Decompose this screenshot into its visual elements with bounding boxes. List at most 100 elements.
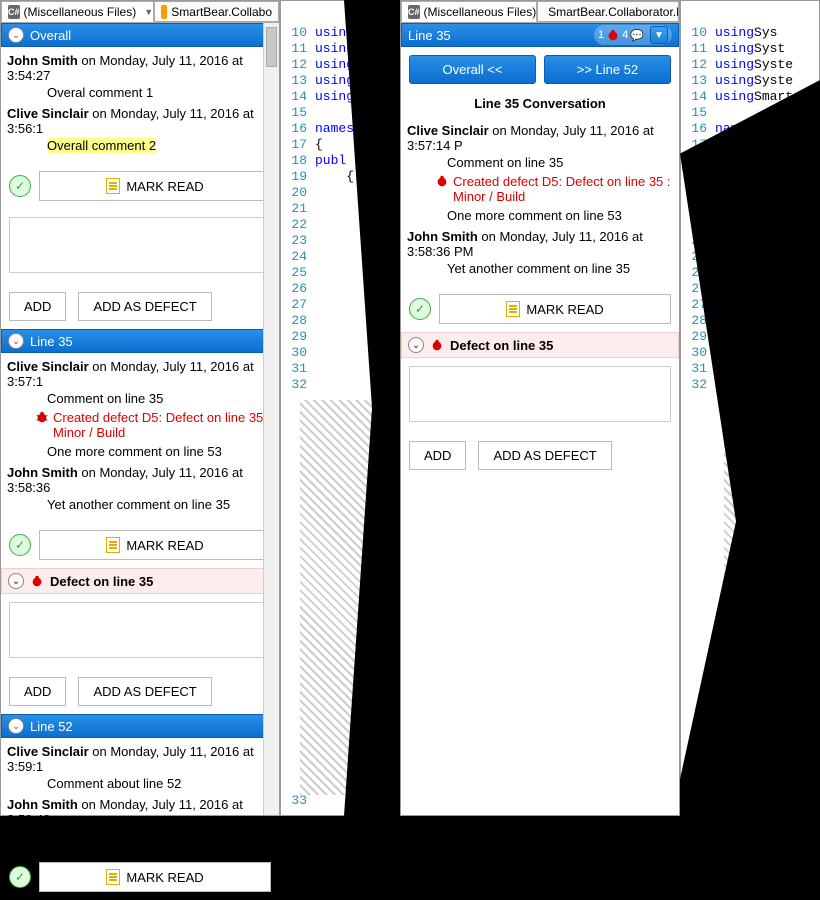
comment-entry: John Smith on Monday, July 11, 2016 at 3… [407,227,673,280]
comment-entry: Clive Sinclair on Monday, July 11, 2016 … [7,742,273,795]
mark-read-button[interactable]: MARK READ [39,171,271,201]
section-line35[interactable]: ⌄ Line 35 [1,329,279,353]
add-button[interactable]: ADD [9,677,66,706]
tab-label: (Miscellaneous Files) [24,5,137,19]
bug-icon [606,28,620,42]
line35-convo-mid: Clive Sinclair on Monday, July 11, 2016 … [401,117,679,286]
chevron-down-icon[interactable]: ▼ [650,26,668,44]
highlighted-comment: Overall comment 2 [47,138,156,153]
author: Clive Sinclair [407,123,489,138]
collapse-icon[interactable]: ⌄ [8,333,24,349]
author: Clive Sinclair [7,106,89,121]
mark-read-button[interactable]: MARK READ [39,530,271,560]
csharp-icon: C# [408,5,420,19]
bug-icon [435,174,449,188]
nav-next-button[interactable]: >> Line 52 [544,55,671,84]
section-title: Line 35 [408,28,588,43]
tab-misc-files[interactable]: C# (Miscellaneous Files) ▼ [401,1,537,22]
scrollbar[interactable] [263,23,279,815]
button-label: MARK READ [126,538,203,553]
comment-body: Overal comment 1 [7,83,273,102]
comment-entry: John Smith on Monday, July 11, 2016 at 3… [7,795,273,848]
markread-row: ✓ MARK READ [1,522,279,568]
defect-entry: Created defect D5: Defect on line 35 : M… [7,410,273,440]
defect-title: Defect on line 35 [50,574,153,589]
defect-section-header[interactable]: ⌄ Defect on line 35 [1,568,279,594]
add-defect-button[interactable]: ADD AS DEFECT [78,292,211,321]
button-label: Overall << [443,62,503,77]
collapse-icon[interactable]: ⌄ [8,27,24,43]
comment-body: One more comment [7,827,273,846]
section-overall[interactable]: ⌄ Overall [1,23,279,47]
code-line: 12using Syste [681,57,819,73]
section-line35-header[interactable]: Line 35 1 4 💬 ▼ [401,23,679,47]
add-defect-button[interactable]: ADD AS DEFECT [478,441,611,470]
section-title: Overall [30,28,272,43]
add-button[interactable]: ADD [409,441,466,470]
mark-read-button[interactable]: MARK READ [39,862,271,892]
markread-row: ✓ MARK READ [1,854,279,900]
comment-input-block [1,209,279,284]
left-review-pane: C# (Miscellaneous Files) ▼ SmartBear.Col… [0,0,280,816]
mid-review-pane: C# (Miscellaneous Files) ▼ SmartBear.Col… [400,0,680,816]
defect-count: 1 [598,29,604,41]
button-label: MARK READ [126,870,203,885]
section-title: Line 35 [30,334,272,349]
comment-entry: John Smith on Monday, July 11, 2016 at 3… [7,463,273,516]
markread-row: ✓ MARK READ [1,163,279,209]
collapse-icon[interactable]: ⌄ [8,573,24,589]
nav-row: Overall << >> Line 52 [401,47,679,92]
comment-count: 4 [622,29,628,41]
comment-textarea[interactable] [9,217,271,273]
author: John Smith [7,53,78,68]
speech-icon: 💬 [630,29,644,42]
button-label: ADD [24,299,51,314]
nav-prev-button[interactable]: Overall << [409,55,536,84]
csharp-icon: C# [8,5,20,19]
ok-icon: ✓ [9,866,31,888]
line35-convo: Clive Sinclair on Monday, July 11, 2016 … [1,353,279,522]
comment-body: Overall comment 2 [7,136,273,155]
add-defect-button[interactable]: ADD AS DEFECT [78,677,211,706]
markread-row: ✓ MARK READ [401,286,679,332]
add-buttons-row: ADD ADD AS DEFECT [1,669,279,714]
tab-label: (Miscellaneous Files) [424,5,537,19]
tabstrip-mid: C# (Miscellaneous Files) ▼ SmartBear.Col… [401,1,679,23]
page-icon [106,869,120,885]
tab-misc-files[interactable]: C# (Miscellaneous Files) ▼ [1,1,154,22]
comment-body: Yet another comment on line 35 [407,259,673,278]
comment-textarea[interactable] [9,602,271,658]
button-label: MARK READ [126,179,203,194]
overall-convo: John Smith on Monday, July 11, 2016 at 3… [1,47,279,163]
comment-entry: Clive Sinclair on Monday, July 11, 2016 … [407,121,673,174]
code-line: 13using Syste [681,73,819,89]
comment-entry: Clive Sinclair on Monday, July 11, 2016 … [7,104,273,157]
tab-collab[interactable]: SmartBear.Collaborator.D [537,1,679,22]
line52-convo: Clive Sinclair on Monday, July 11, 2016 … [1,738,279,854]
author: John Smith [7,465,78,480]
collapse-icon[interactable]: ⌄ [408,337,424,353]
collab-icon [161,5,168,19]
ok-icon: ✓ [9,534,31,556]
defect-text: Created defect D5: Defect on line 35 : M… [53,410,273,440]
collapse-icon[interactable]: ⌄ [8,718,24,734]
defect-section-header[interactable]: ⌄ Defect on line 35 [401,332,679,358]
defect-text: Created defect D5: Defect on line 35 : M… [453,174,673,204]
section-title: Line 52 [30,719,272,734]
ok-icon: ✓ [409,298,431,320]
chevron-down-icon[interactable]: ▼ [144,7,153,17]
author: Clive Sinclair [7,359,89,374]
scrollbar-thumb[interactable] [266,27,277,67]
conversation-title: Line 35 Conversation [401,92,679,117]
add-button[interactable]: ADD [9,292,66,321]
button-label: ADD [424,448,451,463]
author: John Smith [7,797,78,812]
overall-header-row: ⌄ Overall [1,23,279,47]
tab-collab[interactable]: SmartBear.Collabo [154,1,279,22]
section-line52[interactable]: ⌄ Line 52 [1,714,279,738]
badge-group: 1 4 💬 ▼ [594,25,672,45]
mark-read-button[interactable]: MARK READ [439,294,671,324]
comment-body: Yet another comment on line 35 [7,495,273,514]
comment-textarea[interactable] [409,366,671,422]
defect-entry: Created defect D5: Defect on line 35 : M… [407,174,673,204]
